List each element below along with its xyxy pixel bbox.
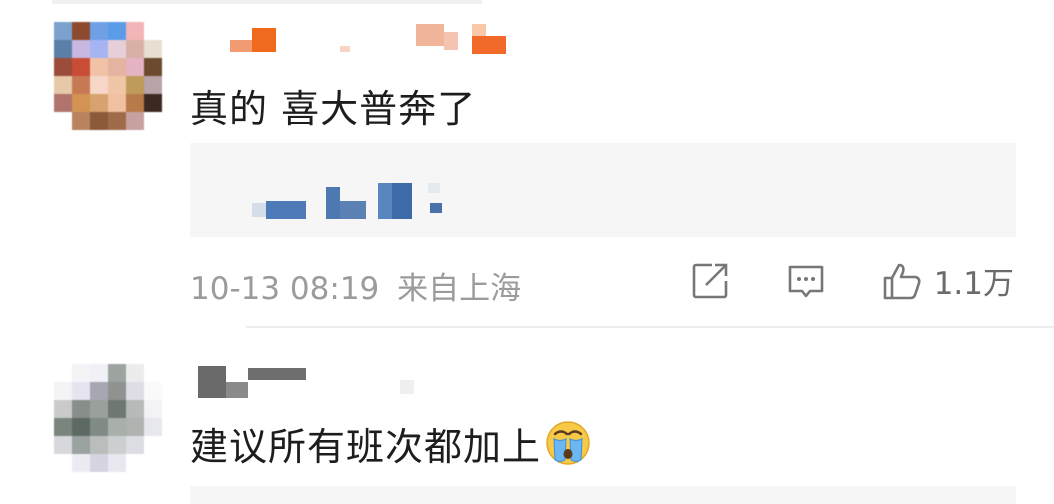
timestamp: 10-13 08:19 bbox=[190, 271, 380, 307]
reply-preview-box[interactable] bbox=[190, 486, 1016, 504]
avatar[interactable] bbox=[54, 22, 162, 130]
username-redacted[interactable] bbox=[190, 22, 520, 54]
comment-text-content: 建议所有班次都加上 bbox=[190, 425, 542, 469]
location: 来自上海 bbox=[397, 271, 522, 307]
username-redacted[interactable] bbox=[190, 358, 520, 398]
comment-item: 建议所有班次都加上 bbox=[0, 328, 1054, 504]
like-count: 1.1万 bbox=[933, 266, 1014, 302]
crying-face-emoji bbox=[546, 421, 590, 465]
comment-icon[interactable] bbox=[786, 261, 826, 301]
comment-actions: 1.1万 bbox=[690, 258, 1014, 303]
like-button[interactable]: 1.1万 bbox=[882, 258, 1014, 303]
comment-text: 建议所有班次都加上 bbox=[190, 416, 591, 471]
thumbs-up-icon bbox=[883, 263, 921, 299]
reply-preview-box[interactable] bbox=[190, 143, 1016, 237]
comment-meta: 10-13 08:19 来自上海 bbox=[190, 263, 521, 308]
avatar[interactable] bbox=[54, 364, 162, 472]
comment-text: 真的 喜大普奔了 bbox=[190, 87, 477, 131]
comment-item: 真的 喜大普奔了 10-13 08:19 来自上海 1.1万 bbox=[0, 0, 1054, 328]
share-icon[interactable] bbox=[690, 261, 730, 301]
